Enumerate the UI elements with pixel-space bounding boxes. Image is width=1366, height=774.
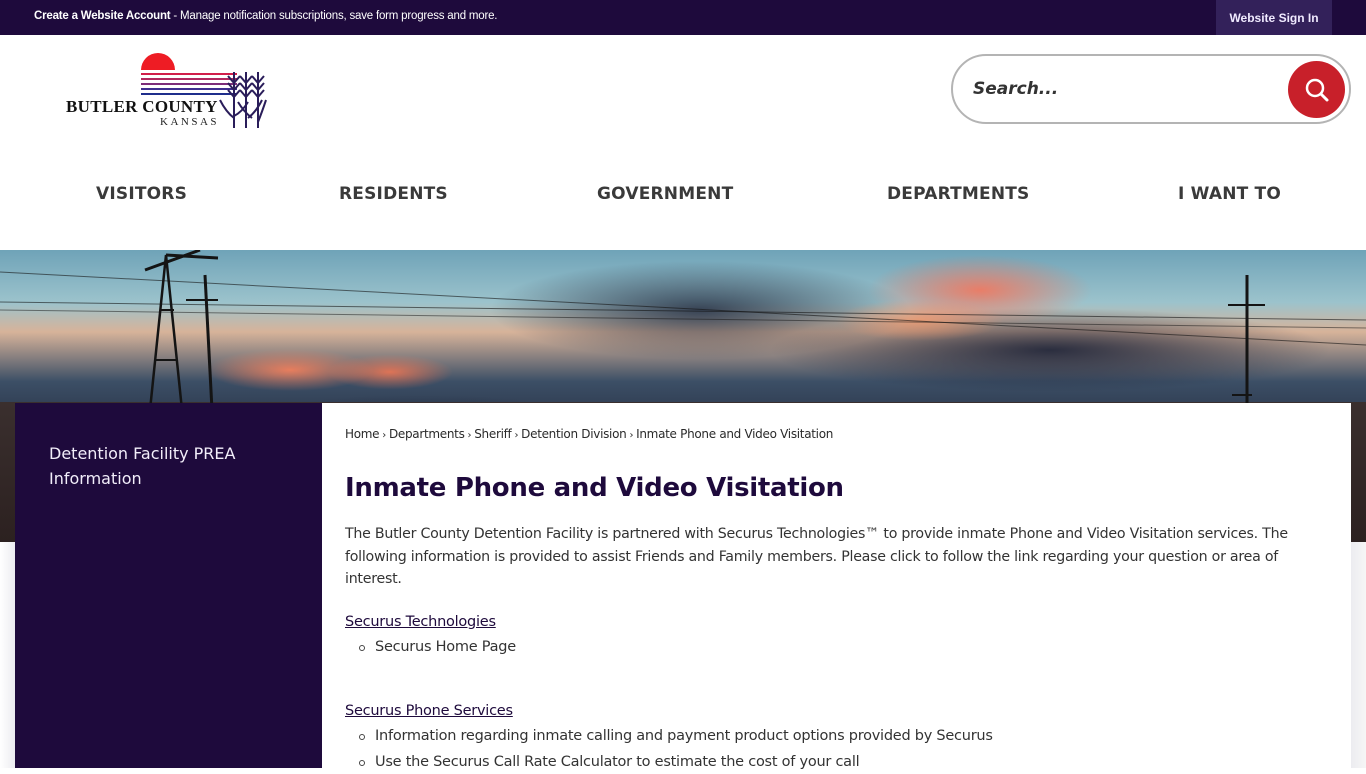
create-account-description: - Manage notification subscriptions, sav…: [170, 10, 498, 22]
site-search: [951, 54, 1351, 124]
breadcrumb-departments[interactable]: Departments: [389, 427, 465, 441]
nav-government[interactable]: GOVERNMENT: [597, 184, 733, 204]
securus-phone-services-list: Information regarding inmate calling and…: [359, 725, 993, 774]
securus-technologies-link[interactable]: Securus Technologies: [345, 614, 496, 630]
breadcrumb-separator: ›: [514, 430, 519, 441]
search-input[interactable]: [973, 74, 1273, 104]
website-sign-in-button[interactable]: Website Sign In: [1216, 0, 1332, 35]
main-content: Home › Departments › Sheriff › Detention Divis…: [322, 403, 1351, 770]
nav-visitors[interactable]: VISITORS: [96, 184, 187, 204]
circle-bullet-icon: [359, 734, 365, 740]
main-navigation: VISITORS RESIDENTS GOVERNMENT DEPARTMENT…: [0, 184, 1366, 208]
list-item: Information regarding inmate calling and…: [359, 725, 993, 748]
butler-county-logo[interactable]: BUTLER COUNTY KANSAS: [62, 50, 272, 132]
nav-residents[interactable]: RESIDENTS: [339, 184, 448, 204]
circle-bullet-icon: [359, 760, 365, 766]
breadcrumb-separator: ›: [467, 430, 472, 441]
list-item[interactable]: Securus Home Page: [359, 636, 516, 659]
securus-phone-services-link[interactable]: Securus Phone Services: [345, 703, 513, 719]
logo-state-name: KANSAS: [160, 116, 220, 128]
breadcrumb: Home › Departments › Sheriff › Detention Divis…: [345, 427, 833, 441]
sidebar-item-prea-information[interactable]: Detention Facility PREA Information: [49, 441, 269, 491]
circle-bullet-icon: [359, 645, 365, 651]
page-title: Inmate Phone and Video Visitation: [345, 473, 844, 503]
breadcrumb-detention-division[interactable]: Detention Division: [521, 427, 627, 441]
breadcrumb-sheriff[interactable]: Sheriff: [474, 427, 512, 441]
breadcrumb-separator: ›: [629, 430, 634, 441]
list-item-text: Information regarding inmate calling and…: [375, 728, 993, 744]
breadcrumb-current: Inmate Phone and Video Visitation: [636, 427, 834, 441]
create-account-link[interactable]: Create a Website Account: [34, 10, 171, 22]
nav-i-want-to[interactable]: I WANT TO: [1178, 184, 1281, 204]
top-utility-bar: Create a Website Account - Manage notifi…: [0, 0, 1366, 35]
search-button[interactable]: [1288, 61, 1345, 118]
nav-departments[interactable]: DEPARTMENTS: [887, 184, 1030, 204]
list-item: Use the Securus Call Rate Calculator to …: [359, 751, 993, 774]
page-gutter-right: [1351, 542, 1366, 768]
logo-county-name: BUTLER COUNTY: [66, 97, 218, 116]
breadcrumb-separator: ›: [382, 430, 386, 441]
intro-paragraph: The Butler County Detention Facility is …: [345, 526, 1288, 587]
list-item-text: Securus Home Page: [375, 639, 516, 655]
search-icon: [1305, 78, 1328, 101]
create-account-message[interactable]: Create a Website Account - Manage notifi…: [34, 10, 497, 22]
secondary-sidebar: Detention Facility PREA Information: [15, 403, 322, 768]
breadcrumb-home[interactable]: Home: [345, 427, 380, 441]
page-gutter-left: [0, 542, 15, 768]
securus-technologies-list: Securus Home Page: [359, 636, 516, 659]
